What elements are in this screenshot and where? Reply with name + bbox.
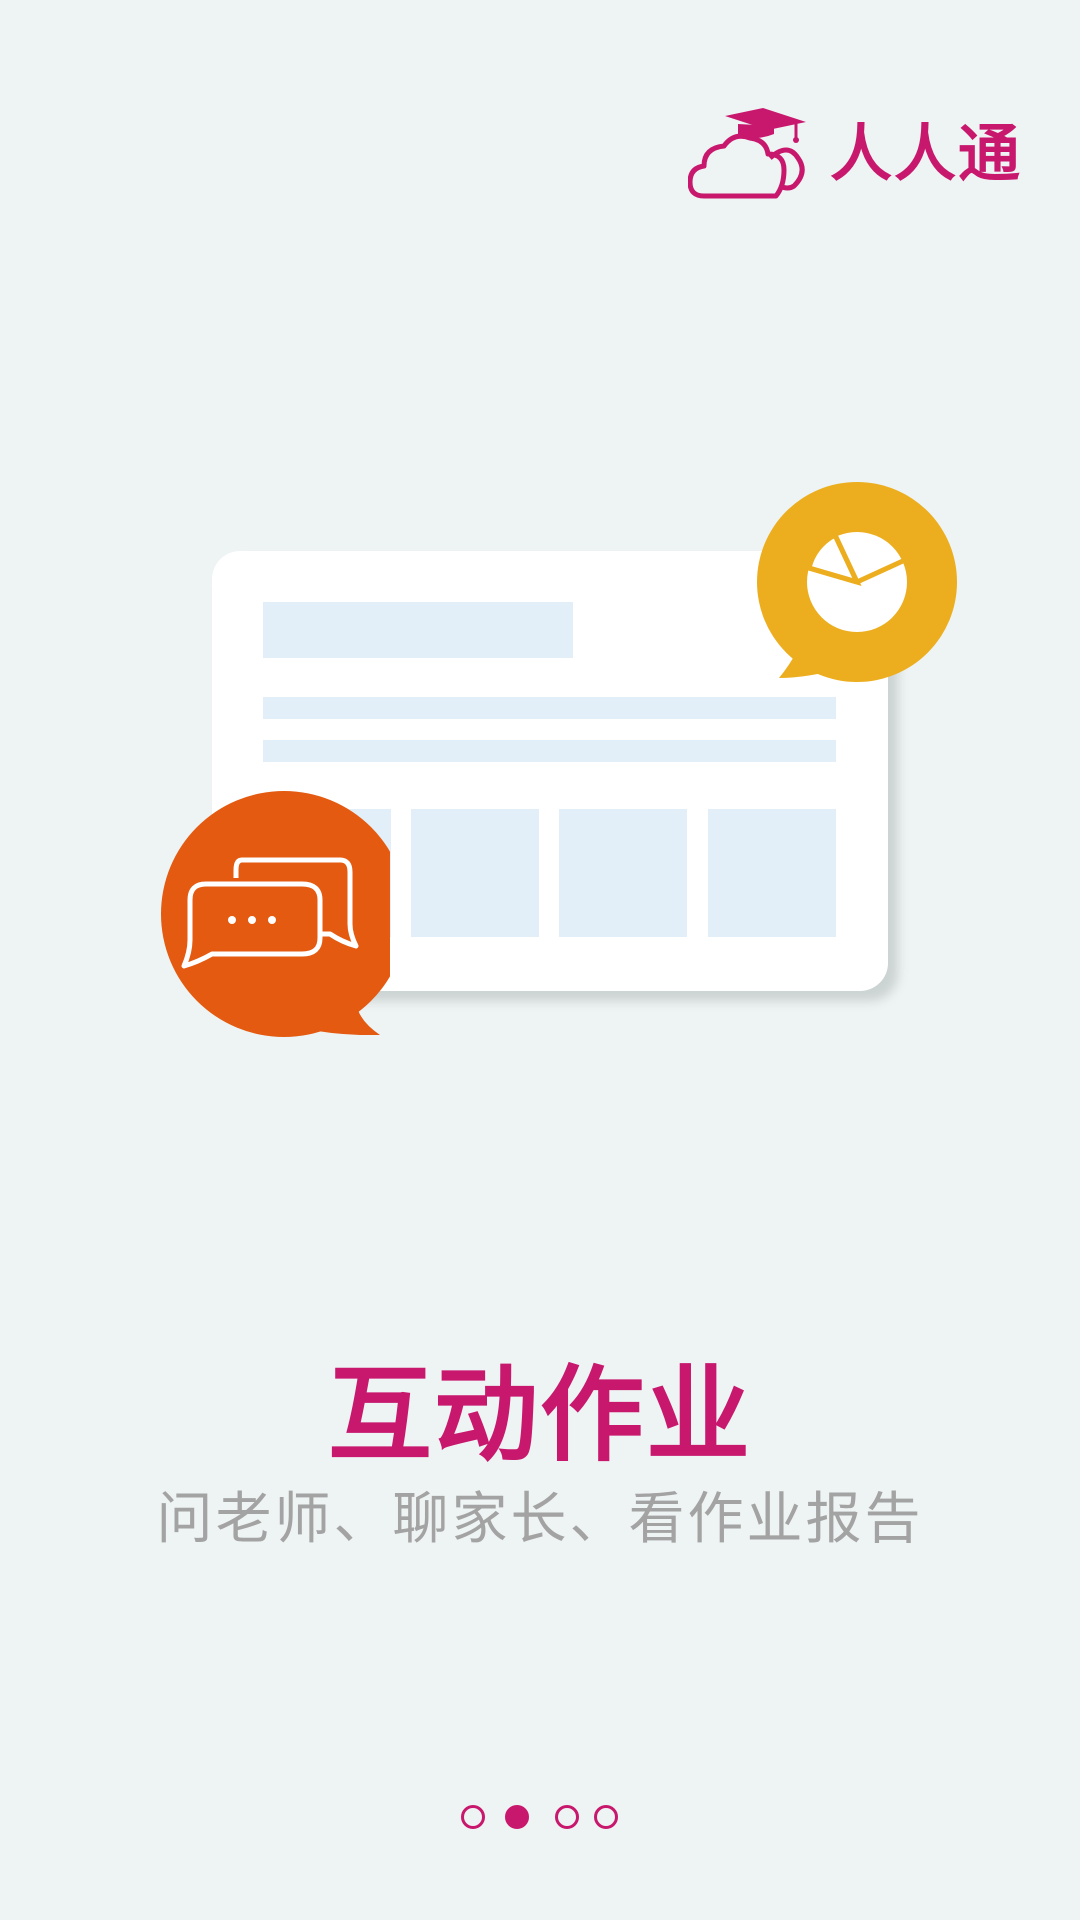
chart-bubble (755, 480, 960, 685)
brand-name: 人人通 (830, 117, 1023, 190)
card-line-block (263, 697, 836, 719)
page-dot-2-active[interactable] (505, 1805, 529, 1829)
card-line-block (263, 740, 836, 762)
page-dot-4[interactable] (594, 1805, 618, 1829)
page-dot-1[interactable] (461, 1805, 485, 1829)
feature-title: 互动作业 (327, 1354, 752, 1476)
feature-description: 问老师、聊家长、看作业报告 (156, 1487, 924, 1552)
page-dot-3[interactable] (555, 1805, 579, 1829)
app-logo: 人人通 (688, 102, 1020, 204)
pie-chart-icon (806, 531, 907, 632)
card-tile-block (708, 809, 836, 937)
card-tile-block (559, 809, 687, 937)
chat-bubble (160, 790, 390, 1040)
page-indicator[interactable] (0, 1805, 1080, 1837)
card-header-block (263, 602, 573, 658)
onboarding-screen[interactable]: 人人通 互动作业 问老师、聊家长、看作业报告 (0, 0, 1080, 1920)
card-tile-block (411, 809, 539, 937)
cloud-graduation-cap-icon (688, 108, 806, 199)
